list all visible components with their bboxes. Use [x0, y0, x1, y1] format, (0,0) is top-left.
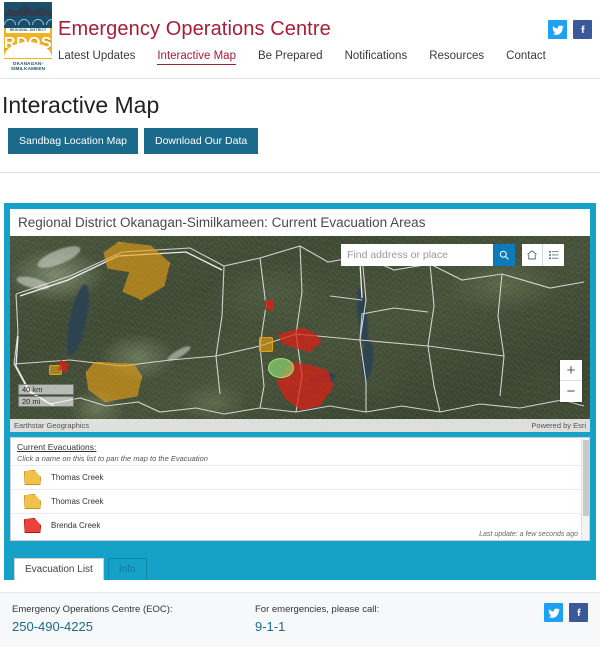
footer-emergency-label: For emergencies, please call:	[255, 604, 380, 615]
twitter-icon[interactable]	[548, 20, 567, 39]
zoom-out-button[interactable]: −	[560, 381, 582, 402]
list-item-label: Brenda Creek	[51, 521, 101, 530]
twitter-icon[interactable]	[544, 603, 563, 622]
logo-landscape-graphic	[4, 2, 52, 28]
evacuation-order-polygon-icon	[24, 518, 41, 533]
nav-item-resources[interactable]: Resources	[429, 50, 484, 64]
section-divider	[0, 172, 600, 173]
nav-item-contact[interactable]: Contact	[506, 50, 546, 64]
nav-item-be-prepared[interactable]: Be Prepared	[258, 50, 323, 64]
search-icon[interactable]	[493, 244, 515, 266]
logo-regional-district-text: REGIONAL DISTRICT	[6, 28, 50, 34]
map-tool-buttons	[522, 244, 564, 266]
evacuation-list-instruction: Click a name on this list to pan the map…	[17, 454, 208, 463]
evacuation-alert-polygon-icon	[24, 494, 41, 509]
list-item[interactable]: Thomas Creek	[11, 489, 589, 513]
site-header: REGIONAL DISTRICT RDOS OKANAGAN- SIMILKA…	[0, 0, 600, 79]
page-title: Interactive Map	[2, 92, 160, 118]
footer-emergency-phone[interactable]: 9-1-1	[255, 619, 379, 634]
panel-tabs: Evacuation List Info	[14, 558, 147, 580]
highlighted-evacuation-area[interactable]	[268, 358, 294, 378]
zoom-in-button[interactable]: +	[560, 360, 582, 381]
footer-eoc-phone[interactable]: 250-490-4225	[12, 619, 173, 634]
evacuation-list-panel: Current Evacuations: Click a name on thi…	[10, 437, 590, 541]
footer-eoc-label: Emergency Operations Centre (EOC):	[12, 604, 173, 615]
map-zoom-controls: + −	[560, 360, 582, 402]
download-our-data-button[interactable]: Download Our Data	[144, 128, 259, 154]
evacuation-alert-polygon-icon	[24, 470, 41, 485]
map-search: Find address or place	[341, 244, 564, 266]
footer-eoc-block: Emergency Operations Centre (EOC): 250-4…	[12, 604, 173, 634]
scale-km: 40 km	[18, 384, 74, 395]
site-footer: Emergency Operations Centre (EOC): 250-4…	[0, 592, 600, 647]
evacuation-list-scrollbar[interactable]	[581, 438, 589, 540]
legend-icon[interactable]	[543, 244, 564, 266]
logo-region-name: OKANAGAN- SIMILKAMEEN	[4, 58, 52, 74]
scale-mi: 20 mi	[18, 396, 74, 407]
footer-social-links	[544, 603, 588, 622]
sandbag-location-map-button[interactable]: Sandbag Location Map	[8, 128, 138, 154]
site-title: Emergency Operations Centre	[58, 18, 331, 40]
nav-item-interactive-map[interactable]: Interactive Map	[157, 50, 236, 65]
basemap-attribution: Earthstar Geographics	[14, 421, 90, 430]
home-icon[interactable]	[522, 244, 543, 266]
list-item[interactable]: Thomas Creek	[11, 465, 589, 489]
nav-item-latest-updates[interactable]: Latest Updates	[58, 50, 135, 64]
facebook-icon[interactable]	[573, 20, 592, 39]
water-icon	[4, 18, 52, 25]
scrollbar-thumb[interactable]	[583, 440, 589, 516]
evacuation-order-polygon[interactable]	[265, 300, 274, 310]
header-social-links	[548, 20, 592, 39]
map-attribution: Earthstar Geographics Powered by Esri	[10, 419, 590, 432]
nav-item-notifications[interactable]: Notifications	[345, 50, 408, 64]
footer-emergency-block: For emergencies, please call: 9-1-1	[255, 604, 379, 634]
map-scale-bar: 40 km 20 mi	[18, 384, 74, 408]
map-widget: Regional District Okanagan-Similkameen: …	[4, 203, 596, 580]
main-navigation: Latest Updates Interactive Map Be Prepar…	[58, 50, 546, 65]
esri-attribution: Powered by Esri	[531, 421, 586, 430]
evacuation-alert-polygon[interactable]	[259, 337, 273, 352]
map-title: Regional District Okanagan-Similkameen: …	[10, 209, 590, 236]
page-action-buttons: Sandbag Location Map Download Our Data	[8, 128, 259, 154]
rdos-logo[interactable]: REGIONAL DISTRICT RDOS OKANAGAN- SIMILKA…	[4, 2, 52, 74]
facebook-icon[interactable]	[569, 603, 588, 622]
list-item-label: Thomas Creek	[51, 497, 104, 506]
evacuation-list-heading: Current Evacuations:	[17, 442, 97, 452]
map-canvas[interactable]: Find address or place + − 40 km 20 mi Ea…	[10, 236, 590, 432]
logo-region-line2: SIMILKAMEEN	[10, 66, 46, 72]
list-item-label: Thomas Creek	[51, 473, 104, 482]
tab-info[interactable]: Info	[107, 558, 147, 580]
map-search-input[interactable]: Find address or place	[341, 244, 493, 266]
last-update-text: Last update: a few seconds ago	[479, 531, 578, 538]
mountain-icon	[4, 5, 52, 16]
tab-evacuation-list[interactable]: Evacuation List	[14, 558, 104, 580]
